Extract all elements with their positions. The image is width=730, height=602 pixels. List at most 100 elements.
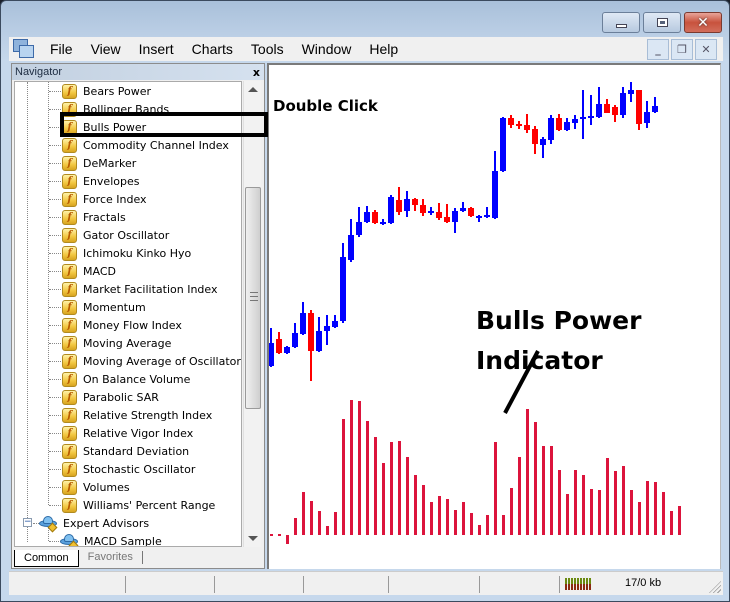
navigator-scrollbar[interactable] [243,81,261,547]
maximize-button[interactable] [643,12,681,33]
candle [300,302,306,335]
bulls-power-bar [638,502,641,535]
navigator-close-button[interactable]: x [253,66,260,79]
mdi-close-button[interactable]: ✕ [695,39,717,60]
candle [628,82,634,102]
indicator-label: Moving Average [83,336,172,350]
scroll-up-icon[interactable] [248,87,258,92]
tree-connector [49,397,61,398]
candle [364,206,370,223]
bulls-power-bar [598,490,601,535]
bulls-power-bar [462,502,465,535]
indicator-item[interactable]: f MACD [62,262,116,280]
indicator-item[interactable]: f Envelopes [62,172,139,190]
bulls-power-annotation: Bulls Power Indicator [476,301,641,381]
indicator-icon: f [62,461,77,477]
indicator-item[interactable]: f Relative Vigor Index [62,424,193,442]
indicator-item[interactable]: f DeMarker [62,154,136,172]
indicator-item[interactable]: f Relative Strength Index [62,406,212,424]
indicator-item[interactable]: f Parabolic SAR [62,388,159,406]
candle [428,207,434,215]
candle-body [556,118,562,130]
menu-charts[interactable]: Charts [183,41,242,57]
menu-window[interactable]: Window [293,41,361,57]
indicator-item[interactable]: f Force Index [62,190,147,208]
menu-tools[interactable]: Tools [242,41,293,57]
candle-body [340,257,346,321]
minimize-button[interactable] [602,12,640,33]
candle-body [492,171,498,218]
indicator-item[interactable]: f Stochastic Oscillator [62,460,195,478]
indicator-item[interactable]: f Moving Average of Oscillator [62,352,241,370]
candle-body [292,333,298,347]
candle-body [580,117,586,119]
indicator-item[interactable]: f On Balance Volume [62,370,190,388]
bulls-power-bar [390,442,393,535]
candle [332,315,338,328]
candle [476,215,482,222]
indicator-icon: f [62,443,77,459]
tree-connector [49,271,61,272]
mdi-minimize-button[interactable]: _ [647,39,669,60]
candle-body [652,106,658,112]
tab-common[interactable]: Common [14,550,79,567]
indicator-icon: f [62,389,77,405]
collapse-icon[interactable]: − [23,518,32,527]
indicator-item[interactable]: f Gator Oscillator [62,226,169,244]
mdi-restore-button[interactable]: ❐ [671,39,693,60]
candle [556,114,562,131]
indicator-item[interactable]: f Volumes [62,478,130,496]
bulls-power-bar [606,458,609,535]
indicator-label: Volumes [83,480,130,494]
close-button[interactable]: ✕ [684,12,722,33]
candle-body [324,326,330,331]
indicator-item[interactable]: f Ichimoku Kinko Hyo [62,244,191,262]
scrollbar-thumb[interactable] [245,187,261,409]
indicator-item[interactable]: f Commodity Channel Index [62,136,229,154]
indicator-item[interactable]: f Moving Average [62,334,171,352]
tree-connector [49,325,61,326]
navigator-panel: Navigator x f Bears Power f Bollinger Bands… [11,63,265,569]
indicator-item[interactable]: f Williams' Percent Range [62,496,215,514]
candle-body [396,200,402,212]
tree-connector [49,235,61,236]
indicator-icon: f [62,83,77,99]
bulls-power-bar [366,421,369,535]
bulls-power-bar [414,475,417,535]
menu-file[interactable]: File [41,41,82,57]
indicator-icon: f [62,317,77,333]
expert-advisor-item[interactable]: MACD Sample [60,532,162,546]
candle-body [420,205,426,213]
menu-help[interactable]: Help [360,41,407,57]
indicator-item[interactable]: f Standard Deviation [62,442,189,460]
candle [612,105,618,122]
tab-favorites[interactable]: Favorites [79,551,143,564]
candle [292,323,298,348]
close-icon: ✕ [697,14,709,31]
tree-connector [49,469,61,470]
candle [500,117,506,172]
scroll-down-icon[interactable] [248,536,258,541]
indicator-item[interactable]: f Fractals [62,208,126,226]
status-separator [214,576,215,593]
menu-view[interactable]: View [82,41,130,57]
highlight-box [60,112,268,137]
candle-body [300,313,306,334]
menu-insert[interactable]: Insert [130,41,183,57]
candle [492,151,498,219]
indicator-item[interactable]: f Momentum [62,298,146,316]
resize-grip-icon[interactable] [709,581,721,593]
expert-advisors-folder[interactable]: Expert Advisors [39,514,149,533]
bulls-power-bar [294,518,297,535]
candle [340,243,346,323]
indicator-item[interactable]: f Money Flow Index [62,316,182,334]
candle [269,328,274,367]
indicator-item[interactable]: f Bears Power [62,82,151,100]
mdi-controls: _ ❐ ✕ [647,39,717,60]
candle [564,118,570,131]
app-icon[interactable] [13,38,35,60]
candle-body [508,118,514,125]
candle-body [548,118,554,140]
indicator-item[interactable]: f Market Facilitation Index [62,280,218,298]
indicator-label: Parabolic SAR [83,390,159,404]
